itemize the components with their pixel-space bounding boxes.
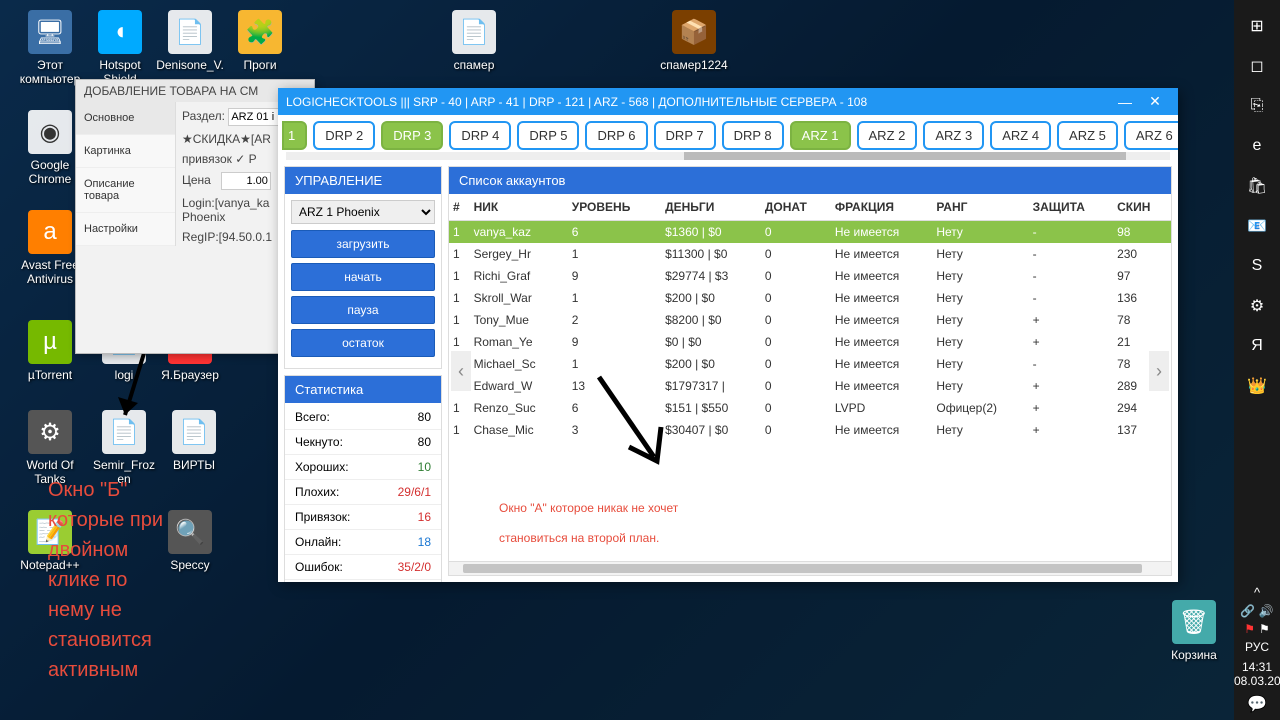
desktop-icon[interactable]: ◉Google Chrome (16, 110, 84, 187)
sidebar-app-icon[interactable]: e (1241, 130, 1273, 162)
desktop-icon[interactable]: aAvast Free Antivirus (16, 210, 84, 287)
desktop-icon[interactable]: ◖Hotspot Shield (86, 10, 154, 87)
price-label: Цена (182, 173, 211, 187)
tab-drp-6[interactable]: DRP 6 (585, 121, 647, 150)
table-h-scrollbar[interactable] (449, 561, 1171, 575)
nav-item-settings[interactable]: Настройки (76, 213, 175, 246)
desktop-icon[interactable]: 🗑Корзина (1160, 600, 1228, 662)
control-header: УПРАВЛЕНИЕ (285, 167, 441, 194)
close-button[interactable]: ✕ (1140, 93, 1170, 110)
nav-item-main[interactable]: Основное (76, 102, 175, 135)
sidebar-app-icon[interactable]: ⎘ (1241, 90, 1273, 122)
sidebar-app-icon[interactable]: 👑 (1241, 370, 1273, 402)
tab-arz-3[interactable]: ARZ 3 (923, 121, 984, 150)
stat-row: Хороших:10 (285, 455, 441, 480)
section-label: Раздел: (182, 109, 225, 123)
tab-drp-4[interactable]: DRP 4 (449, 121, 511, 150)
desktop-icon[interactable]: 📄спамер (440, 10, 508, 72)
control-panel: УПРАВЛЕНИЕ ARZ 1 Phoenix загрузить начат… (284, 166, 442, 369)
tab-arz-1[interactable]: ARZ 1 (790, 121, 851, 150)
desktop-icon[interactable]: 📄Denisone_V... (156, 10, 224, 87)
tray-time[interactable]: 14:31 (1234, 660, 1280, 674)
stats-header: Статистика (285, 376, 441, 403)
table-row[interactable]: 1Chase_Mic3$30407 | $00Не имеетсяНету+13… (449, 419, 1171, 441)
desktop-icon[interactable]: 🧩Проги (226, 10, 294, 72)
tab-arz-2[interactable]: ARZ 2 (857, 121, 918, 150)
col-header[interactable]: НИК (470, 194, 568, 221)
col-header[interactable]: УРОВЕНЬ (568, 194, 661, 221)
sidebar-app-icon[interactable]: ⊞ (1241, 10, 1273, 42)
table-row[interactable]: 1Skroll_War1$200 | $00Не имеетсяНету-136 (449, 287, 1171, 309)
col-header[interactable]: # (449, 194, 470, 221)
table-row[interactable]: 1Tony_Mue2$8200 | $00Не имеетсяНету+78 (449, 309, 1171, 331)
table-row[interactable]: 1Michael_Sc1$200 | $00Не имеетсяНету-78 (449, 353, 1171, 375)
server-tabs: 1DRP 2DRP 3DRP 4DRP 5DRP 6DRP 7DRP 8ARZ … (278, 115, 1178, 150)
sidebar-app-icon[interactable]: ◻ (1241, 50, 1273, 82)
table-next-icon[interactable]: › (1149, 351, 1169, 391)
tab-arz-6[interactable]: ARZ 6 (1124, 121, 1178, 150)
sidebar-app-icon[interactable]: 📧 (1241, 210, 1273, 242)
stat-row: Чекнуто:80 (285, 430, 441, 455)
sidebar-app-icon[interactable]: 🛍 (1241, 170, 1273, 202)
load-button[interactable]: загрузить (291, 230, 435, 258)
titlebar[interactable]: LOGICHECKTOOLS ||| SRP - 40 | ARP - 41 |… (278, 88, 1178, 115)
tab-1[interactable]: 1 (282, 121, 307, 150)
col-header[interactable]: ФРАКЦИЯ (831, 194, 933, 221)
accounts-header: Список аккаунтов (449, 167, 1171, 194)
sidebar-app-icon[interactable]: Я (1241, 330, 1273, 362)
tab-drp-3[interactable]: DRP 3 (381, 121, 443, 150)
notifications-icon[interactable]: 💬 (1234, 694, 1280, 714)
desktop-icon[interactable]: µµTorrent (16, 320, 84, 382)
minimize-button[interactable]: — (1110, 94, 1140, 110)
stat-row: Плохих:29/6/1 (285, 480, 441, 505)
price-input[interactable] (221, 172, 271, 190)
sidebar-app-icon[interactable]: S (1241, 250, 1273, 282)
stats-panel: Статистика Всего:80Чекнуто:80Хороших:10П… (284, 375, 442, 582)
table-row[interactable]: 1vanya_kaz6$1360 | $00Не имеетсяНету-98 (449, 221, 1171, 244)
window-logichecktools[interactable]: LOGICHECKTOOLS ||| SRP - 40 | ARP - 41 |… (278, 88, 1178, 582)
remain-button[interactable]: остаток (291, 329, 435, 357)
col-header[interactable]: ДОНАТ (761, 194, 831, 221)
stat-row: Привязок:16 (285, 505, 441, 530)
window-b-sidenav: Основное Картинка Описание товара Настро… (76, 102, 176, 246)
col-header[interactable]: СКИН (1113, 194, 1171, 221)
tray-date: 08.03.2018 (1234, 674, 1280, 688)
desktop-icon[interactable]: 🔍Speccy (156, 510, 224, 572)
nav-item-image[interactable]: Картинка (76, 135, 175, 168)
annotation-a: Окно "А" которое никак не хочет становит… (499, 491, 678, 551)
table-row[interactable]: 1Sergey_Hr1$11300 | $00Не имеетсяНету-23… (449, 243, 1171, 265)
tray-lang[interactable]: РУС (1234, 640, 1280, 654)
desktop-icon[interactable]: 🖥Этот компьютер (16, 10, 84, 87)
tab-drp-7[interactable]: DRP 7 (654, 121, 716, 150)
col-header[interactable]: ЗАЩИТА (1029, 194, 1113, 221)
tab-arz-4[interactable]: ARZ 4 (990, 121, 1051, 150)
tab-drp-5[interactable]: DRP 5 (517, 121, 579, 150)
tab-drp-8[interactable]: DRP 8 (722, 121, 784, 150)
accounts-panel: Список аккаунтов #НИКУРОВЕНЬДЕНЬГИДОНАТФ… (448, 166, 1172, 576)
nav-item-desc[interactable]: Описание товара (76, 168, 175, 213)
stat-row: Онлайн:18 (285, 530, 441, 555)
accounts-table[interactable]: #НИКУРОВЕНЬДЕНЬГИДОНАТФРАКЦИЯРАНГЗАЩИТАС… (449, 194, 1171, 441)
table-row[interactable]: 1Renzo_Suc6$151 | $5500LVPDОфицер(2)+294 (449, 397, 1171, 419)
table-row[interactable]: 1Edward_W13$1797317 |0Не имеетсяНету+289 (449, 375, 1171, 397)
sidebar-app-icon[interactable]: ⚙ (1241, 290, 1273, 322)
window-a-title: LOGICHECKTOOLS ||| SRP - 40 | ARP - 41 |… (286, 95, 1110, 109)
start-button[interactable]: начать (291, 263, 435, 291)
table-row[interactable]: 1Richi_Graf9$29774 | $30Не имеетсяНету-9… (449, 265, 1171, 287)
server-select[interactable]: ARZ 1 Phoenix (291, 200, 435, 224)
desktop-icon[interactable]: 📄ВИРТЫ (160, 410, 228, 472)
annotation-b: Окно "Б" которые при двойном клике по не… (48, 475, 163, 685)
table-prev-icon[interactable]: ‹ (451, 351, 471, 391)
table-row[interactable]: 1Roman_Ye9$0 | $00Не имеетсяНету+21 (449, 331, 1171, 353)
system-tray[interactable]: ^ 🔗 🔊 ⚑ ⚑ РУС 14:31 08.03.2018 💬 (1234, 581, 1280, 720)
desktop-icon[interactable]: 📦спамер1224 (660, 10, 728, 72)
col-header[interactable]: РАНГ (932, 194, 1028, 221)
stat-row: Ошибок:35/2/0 (285, 555, 441, 580)
tab-drp-2[interactable]: DRP 2 (313, 121, 375, 150)
stat-row: Всего:80 (285, 405, 441, 430)
col-header[interactable]: ДЕНЬГИ (661, 194, 761, 221)
tab-arz-5[interactable]: ARZ 5 (1057, 121, 1118, 150)
pause-button[interactable]: пауза (291, 296, 435, 324)
tabs-scrollbar[interactable] (286, 152, 1170, 160)
